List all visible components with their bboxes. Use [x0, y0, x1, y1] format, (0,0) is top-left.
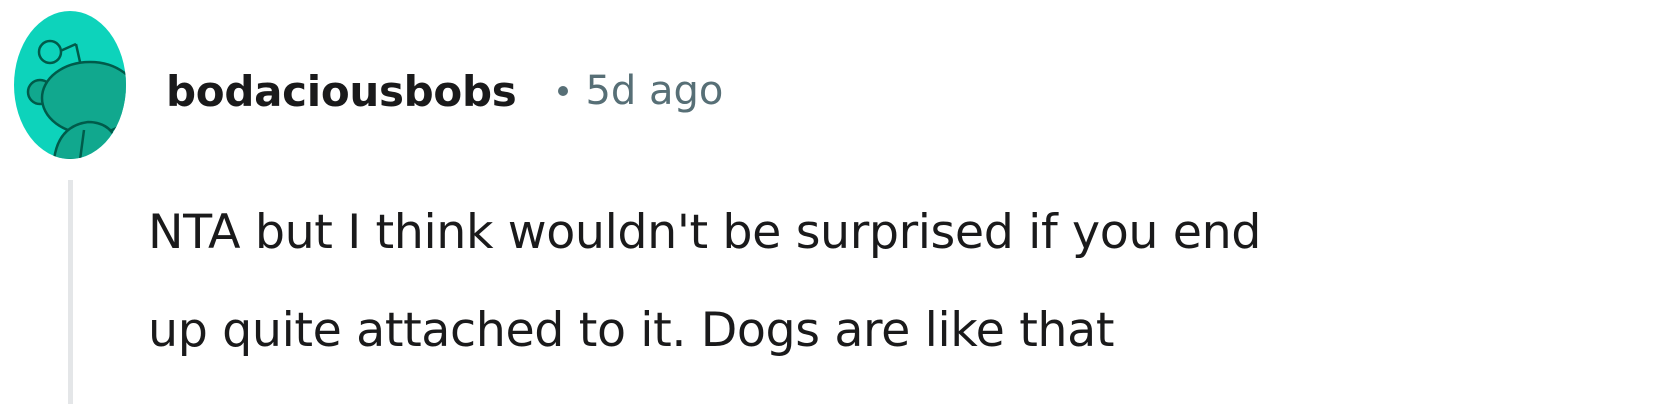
separator-dot — [558, 86, 569, 96]
avatar-icon[interactable] — [14, 10, 126, 160]
comment-body-line: up quite attached to it. Dogs are like t… — [148, 303, 1115, 358]
comment-body: NTA but I think wouldn't be surprised if… — [148, 184, 1648, 380]
thread-line[interactable] — [68, 180, 73, 404]
comment-meta: bodaciousbobs 5d ago — [166, 56, 723, 126]
comment: bodaciousbobs 5d ago NTA but I think wou… — [0, 0, 1668, 404]
author-username[interactable]: bodaciousbobs — [166, 67, 517, 116]
comment-timestamp[interactable]: 5d ago — [585, 68, 723, 114]
comment-body-line: NTA but I think wouldn't be surprised if… — [148, 205, 1262, 260]
